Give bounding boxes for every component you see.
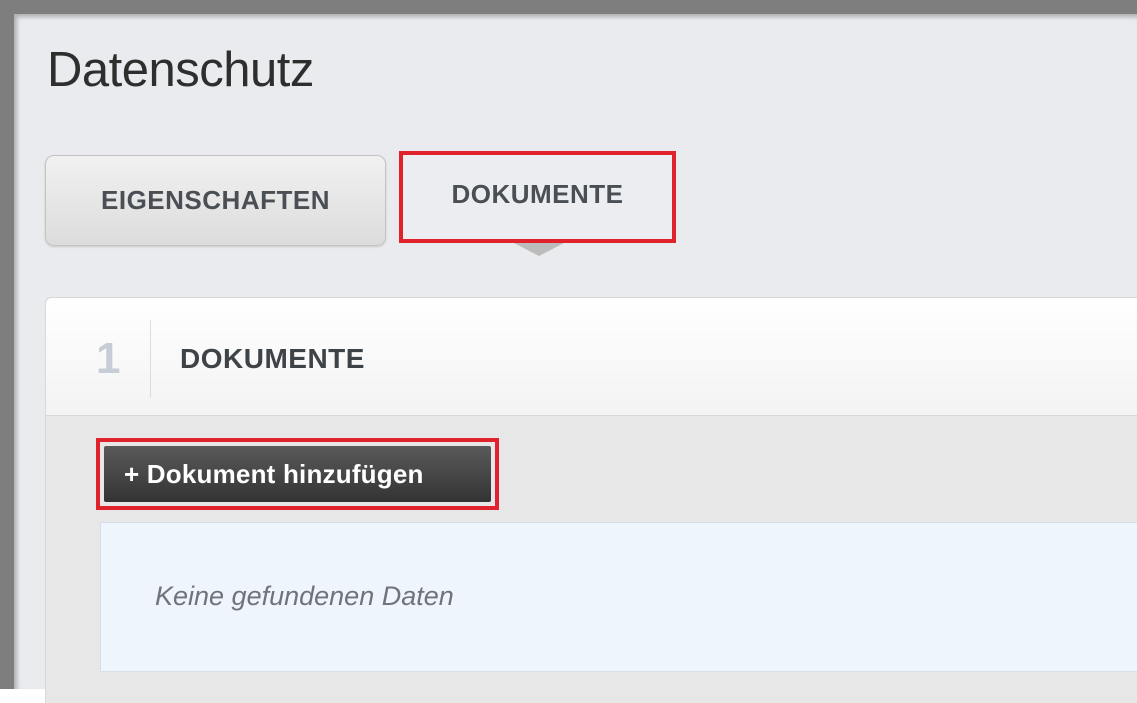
tab-eigenschaften[interactable]: EIGENSCHAFTEN: [45, 155, 386, 246]
window-frame: Datenschutz EIGENSCHAFTEN DOKUMENTE 1 DO…: [0, 0, 1137, 703]
section-header: 1 DOKUMENTE: [46, 298, 1137, 416]
empty-state-message: Keine gefundenen Daten: [155, 581, 454, 611]
page-title: Datenschutz: [47, 43, 314, 97]
tab-dokumente[interactable]: DOKUMENTE: [399, 151, 676, 243]
section-number: 1: [96, 334, 121, 383]
section-divider: [150, 320, 151, 398]
empty-state-box: Keine gefundenen Daten: [100, 522, 1137, 672]
add-document-highlight: + Dokument hinzufügen: [96, 438, 499, 510]
active-tab-pointer: [514, 243, 564, 256]
section-title: DOKUMENTE: [180, 343, 365, 374]
add-document-button[interactable]: + Dokument hinzufügen: [104, 446, 491, 502]
